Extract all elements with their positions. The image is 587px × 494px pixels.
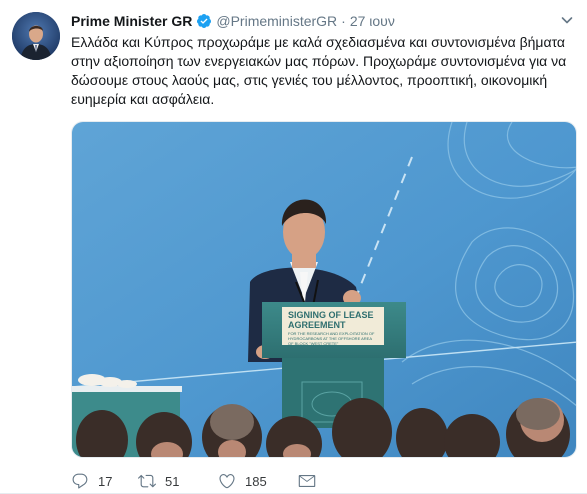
- retweet-count: 51: [165, 473, 180, 489]
- like-button[interactable]: 185: [218, 472, 298, 490]
- like-count: 185: [245, 473, 267, 489]
- tweet-timestamp[interactable]: 27 ιουν: [350, 13, 395, 29]
- verified-badge-icon: [197, 14, 212, 28]
- author-name[interactable]: Prime Minister GR: [71, 13, 192, 29]
- tweet-photo[interactable]: SIGNING OF LEASE AGREEMENT FOR THE RESEA…: [71, 121, 577, 458]
- podium-sign-line2: AGREEMENT: [288, 320, 346, 330]
- tweet-header: Prime Minister GR @PrimeministerGR · 27 …: [71, 11, 577, 31]
- separator-dot: ·: [341, 13, 346, 29]
- direct-message-button[interactable]: [298, 472, 316, 490]
- podium-sign-line1: SIGNING OF LEASE: [288, 310, 374, 320]
- chevron-down-icon[interactable]: [561, 14, 573, 26]
- podium-sign: SIGNING OF LEASE AGREEMENT FOR THE RESEA…: [282, 307, 384, 346]
- tweet-card[interactable]: Prime Minister GR @PrimeministerGR · 27 …: [0, 0, 587, 494]
- reply-button[interactable]: 17: [71, 472, 138, 490]
- photo-scene: [72, 122, 576, 457]
- reply-icon: [72, 473, 88, 489]
- reply-count: 17: [98, 473, 113, 489]
- avatar-image: [12, 12, 60, 60]
- heart-icon: [219, 474, 235, 489]
- author-handle[interactable]: @PrimeministerGR: [216, 13, 337, 29]
- retweet-icon: [138, 474, 156, 488]
- avatar[interactable]: [12, 12, 60, 60]
- tweet-actions: 17 51 185: [71, 470, 316, 492]
- retweet-button[interactable]: 51: [138, 472, 218, 490]
- envelope-icon: [298, 475, 316, 487]
- tweet-text: Ελλάδα και Κύπρος προχωράμε με καλά σχεδ…: [71, 34, 567, 107]
- podium-sign-subtext: FOR THE RESEARCH AND EXPLOITATION OF HYD…: [288, 331, 375, 346]
